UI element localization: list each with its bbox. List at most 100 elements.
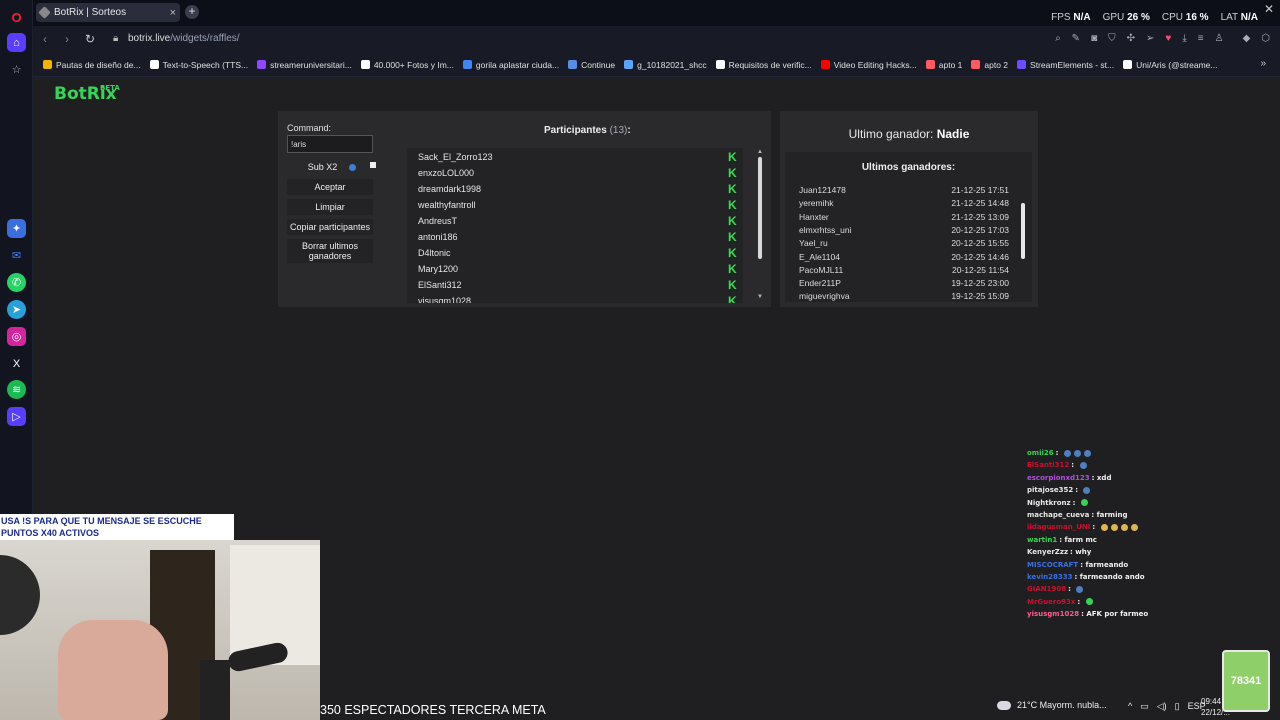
participants-count: (13) xyxy=(609,125,628,136)
download-icon[interactable]: ⤓ xyxy=(1182,33,1186,44)
participant-row[interactable]: Sack_El_Zorro123 K xyxy=(418,149,738,165)
participant-row[interactable]: Mary1200 K xyxy=(418,261,738,277)
menu-icon[interactable]: ≡ xyxy=(1198,33,1204,44)
taskbar-clock[interactable]: 09:44 22/12/... xyxy=(1201,696,1230,718)
new-tab-button[interactable]: + xyxy=(185,5,199,19)
spotify-icon[interactable]: ≋ xyxy=(7,380,26,399)
winners-scrollbar[interactable] xyxy=(1021,194,1025,294)
bookmark-item[interactable]: g_10182021_shcc xyxy=(624,60,707,70)
copy-participants-button[interactable]: Copiar participantes xyxy=(287,219,373,235)
participant-name: AndreusT xyxy=(418,216,458,226)
bookmark-label: Uni/Aris (@streame... xyxy=(1136,59,1218,70)
chat-overlay: omii26: ElSanti312: escorpionxd123: xdd p… xyxy=(1023,437,1280,633)
bookmark-item[interactable]: 40.000+ Fotos y Im... xyxy=(360,59,454,70)
window-close-icon[interactable]: ✕ xyxy=(1264,2,1274,16)
camera-icon[interactable]: ◙ xyxy=(1091,33,1097,44)
x-icon[interactable]: X xyxy=(7,354,26,373)
kick-platform-icon: K xyxy=(728,262,737,276)
profile-icon[interactable]: ♙ xyxy=(1215,33,1224,44)
player-icon[interactable]: ▷ xyxy=(7,407,26,426)
heart-icon[interactable]: ♥ xyxy=(1165,33,1171,44)
bookmark-item[interactable]: streameruniversitari... xyxy=(257,60,352,70)
chat-username: KenyerZzz xyxy=(1027,548,1069,557)
scroll-up-icon[interactable]: ▲ xyxy=(757,149,763,155)
home-icon[interactable]: ⌂ xyxy=(7,33,26,52)
system-tray: ^ ▭ ◁) ▯ ESP xyxy=(1128,701,1206,712)
messenger-icon[interactable]: ✉ xyxy=(7,246,26,265)
opera-logo-icon[interactable]: O xyxy=(7,8,26,27)
participant-row[interactable]: D4ltonic K xyxy=(418,245,738,261)
bookmark-item[interactable]: Pautas de diseño de... xyxy=(43,60,141,70)
telegram-icon[interactable]: ➤ xyxy=(7,300,26,319)
participant-row[interactable]: wealthyfantroll K xyxy=(418,197,738,213)
send-icon[interactable]: ➢ xyxy=(1146,33,1154,44)
url-field[interactable]: botrix.live/widgets/raffles/ xyxy=(128,33,240,44)
bookmark-item[interactable]: Continue xyxy=(568,60,615,70)
participant-row[interactable]: AndreusT K xyxy=(418,213,738,229)
extensions-icon[interactable]: ✣ xyxy=(1127,33,1135,44)
bookmark-item[interactable]: gorila aplastar ciuda... xyxy=(462,60,559,70)
winner-row: Yael_ru 20-12-25 15:55 xyxy=(799,238,1009,251)
more-bookmarks-icon[interactable]: » xyxy=(1260,58,1266,69)
winner-name: E_Ale1104 xyxy=(799,251,840,262)
whatsapp-icon[interactable]: ✆ xyxy=(7,273,26,292)
chat-text: AFK por farmeo xyxy=(1086,610,1149,619)
weather-widget[interactable]: 21°C Mayorm. nubla... xyxy=(997,700,1107,710)
participants-scrollbar[interactable] xyxy=(758,149,762,301)
star-icon[interactable]: ☆ xyxy=(7,60,26,79)
shield-icon[interactable]: ⛉ xyxy=(1108,33,1116,44)
reload-icon[interactable]: ↻ xyxy=(85,32,95,46)
search-icon[interactable]: ⌕ xyxy=(1055,33,1061,44)
command-input[interactable] xyxy=(287,135,373,153)
bookmark-item[interactable]: Requisitos de verific... xyxy=(715,60,812,70)
winners-list[interactable]: Ultimos ganadores: Juan121478 21-12-25 17… xyxy=(785,152,1032,302)
participant-row[interactable]: yisusgm1028 K xyxy=(418,293,738,303)
sub-x2-option[interactable]: Sub X2 xyxy=(287,159,377,175)
banner-line-1: USA !S PARA QUE TU MENSAJE SE ESCUCHE xyxy=(1,516,202,526)
chat-message: MrGuero93x: xyxy=(1027,598,1093,606)
winners-panel: Ultimo ganador: Nadie Ultimos ganadores:… xyxy=(780,111,1038,307)
bookmark-item[interactable]: apto 2 xyxy=(971,60,1008,70)
close-tab-icon[interactable]: × xyxy=(170,7,176,19)
clear-button[interactable]: Limpiar xyxy=(287,199,373,215)
chat-message: pitajose352: xyxy=(1027,486,1091,494)
chat-username: omii26 xyxy=(1027,449,1054,457)
bookmark-item[interactable]: StreamElements - st... xyxy=(1017,60,1114,70)
bookmark-item[interactable]: Text-to-Speech (TTS... xyxy=(149,60,248,70)
bookmark-item[interactable]: Uni/Aris (@streame... xyxy=(1123,59,1218,70)
tab-botrix[interactable]: BotRix | Sorteos × xyxy=(36,3,180,22)
network-icon[interactable]: ▭ xyxy=(1140,701,1149,712)
instagram-icon[interactable]: ◎ xyxy=(7,327,26,346)
participant-row[interactable]: antoni186 K xyxy=(418,229,738,245)
info-icon[interactable] xyxy=(349,163,357,171)
chat-text: xdd xyxy=(1096,473,1112,482)
botrix-logo[interactable]: BotRix BETA xyxy=(54,84,120,104)
scrollbar-thumb[interactable] xyxy=(758,157,762,259)
lock-icon[interactable]: 🔒︎ xyxy=(113,33,118,44)
cube-icon[interactable]: ⬡ xyxy=(1261,33,1270,44)
kick-platform-icon: K xyxy=(728,230,737,244)
participant-row[interactable]: enxzoLOL000 K xyxy=(418,165,738,181)
edit-icon[interactable]: ✎ xyxy=(1072,33,1080,44)
wallet-icon[interactable]: ◆ xyxy=(1243,33,1251,44)
delete-winners-button[interactable]: Borrar ultimos ganadores xyxy=(287,239,373,263)
scroll-down-icon[interactable]: ▼ xyxy=(757,294,763,300)
participants-list[interactable]: Sack_El_Zorro123 KenxzoLOL000 Kdreamdark19… xyxy=(407,148,743,303)
back-icon[interactable]: ‹ xyxy=(43,32,47,46)
bookmark-item[interactable]: Video Editing Hacks... xyxy=(820,60,917,70)
aria-icon[interactable]: ✦ xyxy=(7,219,26,238)
forward-icon[interactable]: › xyxy=(65,32,69,46)
bookmark-label: 40.000+ Fotos y Im... xyxy=(373,59,454,70)
participant-row[interactable]: ElSanti312 K xyxy=(418,277,738,293)
speaker-icon[interactable]: ◁) xyxy=(1157,701,1167,712)
accept-button[interactable]: Aceptar xyxy=(287,179,373,195)
bookmark-item[interactable]: apto 1 xyxy=(925,60,962,70)
kick-platform-icon: K xyxy=(728,214,737,228)
winner-name: Juan121478 xyxy=(799,185,846,195)
participant-row[interactable]: dreamdark1998 K xyxy=(418,181,738,197)
chevron-up-icon[interactable]: ^ xyxy=(1128,701,1132,712)
sub-x2-checkbox[interactable] xyxy=(370,162,376,168)
battery-icon[interactable]: ▯ xyxy=(1175,701,1180,712)
scrollbar-thumb[interactable] xyxy=(1021,203,1025,259)
chat-message: machape_cueva: farming xyxy=(1027,511,1128,519)
